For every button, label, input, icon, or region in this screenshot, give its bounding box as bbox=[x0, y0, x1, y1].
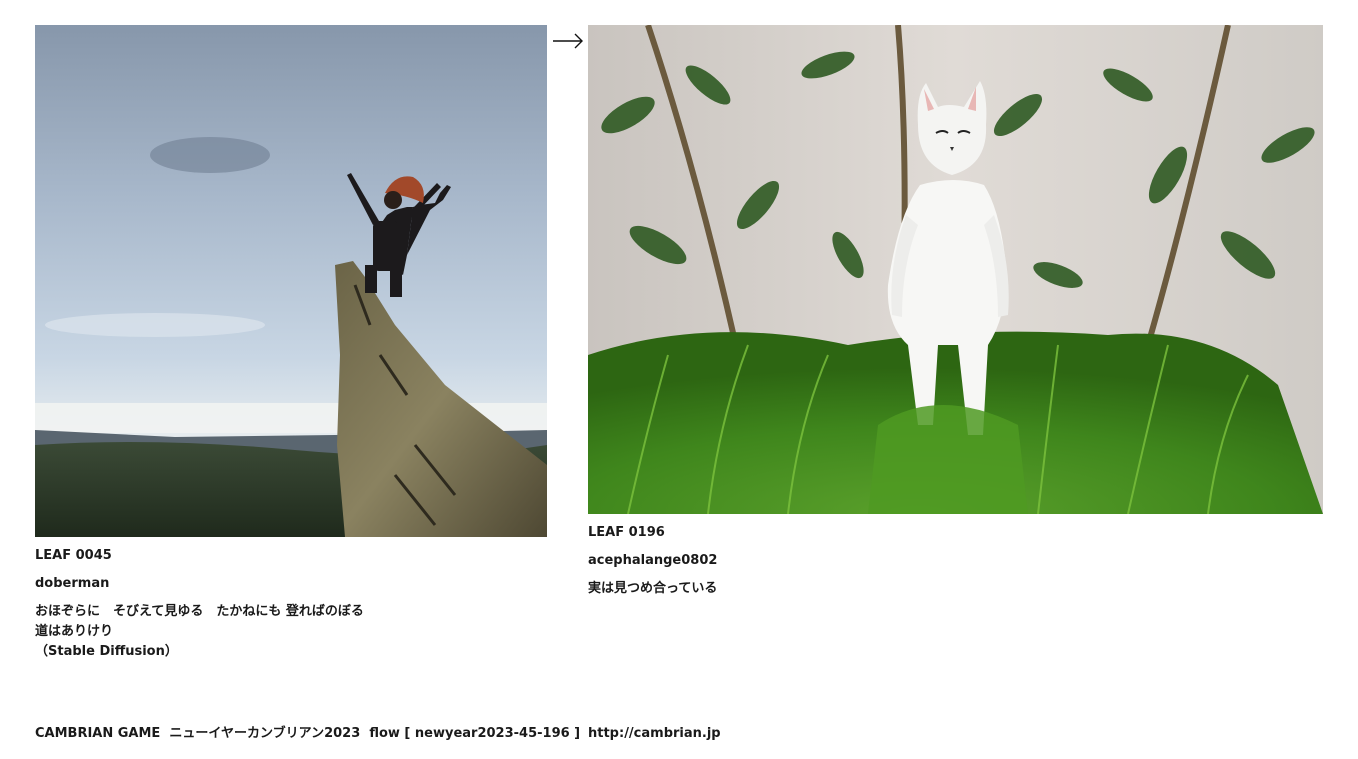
leaf-text: おほぞらに そびえて見ゆる たかねにも 登ればのぼる 道はありけり （Stabl… bbox=[35, 604, 364, 659]
footer-title[interactable]: CAMBRIAN GAME bbox=[35, 726, 160, 741]
leaf-image-right[interactable] bbox=[588, 25, 1323, 514]
leaf-text: 実は見つめ合っている bbox=[588, 581, 718, 596]
caption-left: LEAF 0045 doberman おほぞらに そびえて見ゆる たかねにも 登… bbox=[35, 546, 365, 662]
right-arrow-icon bbox=[553, 33, 583, 49]
footer-link[interactable]: http://cambrian.jp bbox=[588, 726, 721, 741]
page: LEAF 0045 doberman おほぞらに そびえて見ゆる たかねにも 登… bbox=[0, 0, 1358, 759]
footer-link-container: http://cambrian.jp bbox=[588, 724, 721, 744]
leaf-number: LEAF 0045 bbox=[35, 548, 112, 563]
author-name[interactable]: doberman bbox=[35, 574, 365, 594]
mountain-photo bbox=[35, 25, 547, 537]
footer-info: CAMBRIAN GAME ニューイヤーカンブリアン2023 flow [ ne… bbox=[35, 724, 580, 744]
author-name[interactable]: acephalange0802 bbox=[588, 551, 988, 571]
leaf-number: LEAF 0196 bbox=[588, 525, 665, 540]
footer-subtitle: ニューイヤーカンブリアン2023 bbox=[169, 726, 361, 741]
cat-figurine-photo bbox=[588, 25, 1323, 514]
leaf-image-left[interactable] bbox=[35, 25, 547, 537]
caption-right: LEAF 0196 acephalange0802 実は見つめ合っている bbox=[588, 523, 988, 599]
footer-flow: flow [ newyear2023-45-196 ] bbox=[369, 726, 581, 741]
